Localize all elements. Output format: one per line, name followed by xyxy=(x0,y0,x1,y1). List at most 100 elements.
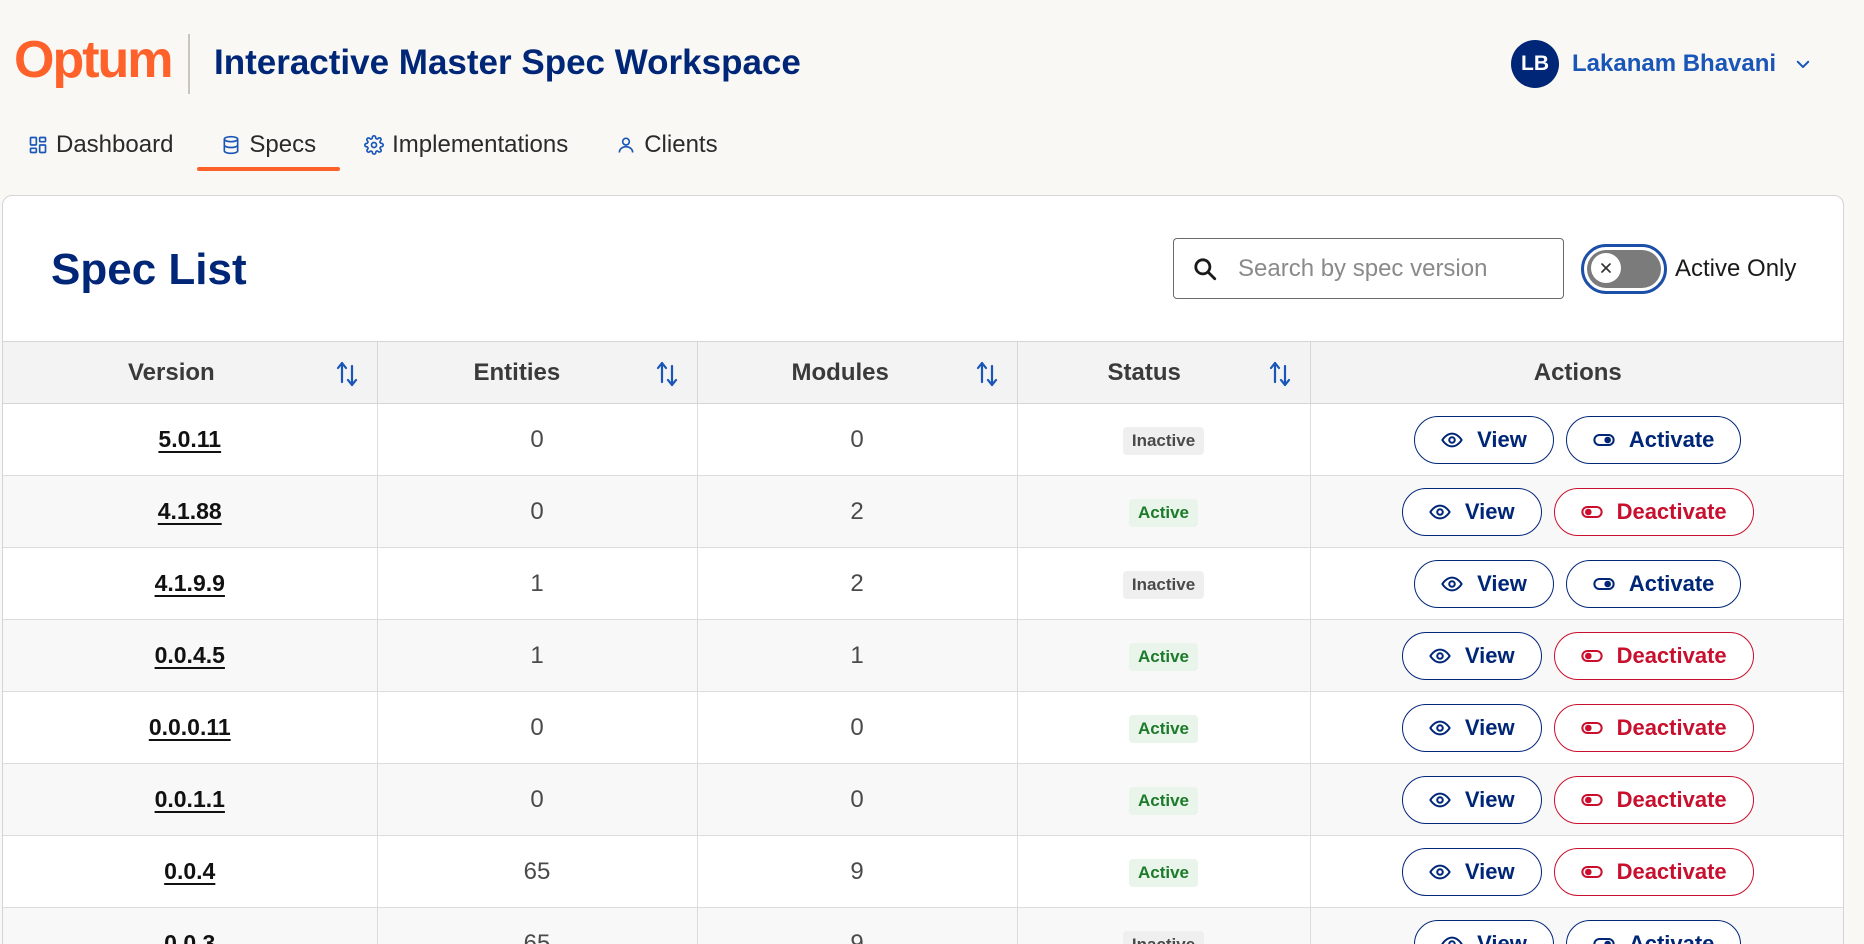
view-button-label: View xyxy=(1477,426,1527,452)
version-link[interactable]: 4.1.88 xyxy=(158,498,222,524)
sort-icon[interactable] xyxy=(335,360,359,388)
active-only-filter[interactable]: Active Only xyxy=(1581,244,1796,294)
column-header-modules[interactable]: Modules xyxy=(697,341,1018,404)
eye-icon xyxy=(1441,432,1463,447)
modules-cell: 0 xyxy=(697,691,1018,764)
toggle-status-button-label: Deactivate xyxy=(1616,498,1727,524)
status-cell: Active xyxy=(1017,619,1311,692)
version-link[interactable]: 4.1.9.9 xyxy=(155,570,225,596)
row-actions: View Deactivate xyxy=(1311,847,1844,896)
deactivate-button[interactable]: Deactivate xyxy=(1553,631,1754,680)
status-cell: Inactive xyxy=(1017,403,1311,476)
brand-logo[interactable]: Optum xyxy=(14,30,174,90)
table-header-row: Version Entities Modules Status Actions xyxy=(3,341,1843,404)
version-link[interactable]: 0.0.3 xyxy=(164,930,215,944)
chevron-down-icon[interactable] xyxy=(1794,55,1812,73)
modules-cell: 2 xyxy=(697,547,1018,620)
row-actions: View Activate xyxy=(1311,919,1844,944)
table-row: 5.0.11 0 0 Inactive View Activate xyxy=(3,403,1843,476)
toggle-switch-icon xyxy=(1580,721,1603,734)
view-button[interactable]: View xyxy=(1401,703,1542,752)
modules-cell: 0 xyxy=(697,403,1018,476)
eye-icon xyxy=(1429,648,1451,663)
version-cell: 5.0.11 xyxy=(3,403,378,476)
main-nav: Dashboard Specs Implementations Clients xyxy=(0,118,718,171)
toggle-status-button-label: Deactivate xyxy=(1616,714,1727,740)
column-header-entities[interactable]: Entities xyxy=(377,341,698,404)
user-icon xyxy=(618,137,634,153)
eye-icon xyxy=(1441,936,1463,944)
toggle-knob xyxy=(1591,253,1621,283)
version-link[interactable]: 0.0.0.11 xyxy=(149,714,231,740)
search-box[interactable] xyxy=(1173,238,1564,299)
view-button[interactable]: View xyxy=(1401,487,1542,536)
view-button[interactable]: View xyxy=(1414,919,1554,944)
toggle-switch-icon xyxy=(1580,793,1603,806)
version-cell: 4.1.9.9 xyxy=(3,547,378,620)
tab-clients-label: Clients xyxy=(644,130,718,158)
deactivate-button[interactable]: Deactivate xyxy=(1553,775,1754,824)
version-cell: 0.0.0.11 xyxy=(3,691,378,764)
entities-cell: 65 xyxy=(377,835,698,908)
active-only-toggle[interactable] xyxy=(1581,244,1667,294)
tab-dashboard[interactable]: Dashboard xyxy=(28,118,173,171)
sort-icon[interactable] xyxy=(975,360,999,388)
modules-cell: 1 xyxy=(697,619,1018,692)
status-cell: Active xyxy=(1017,691,1311,764)
tab-specs[interactable]: Specs xyxy=(197,118,340,171)
sort-icon[interactable] xyxy=(1268,360,1292,388)
view-button-label: View xyxy=(1477,930,1527,944)
version-link[interactable]: 0.0.4 xyxy=(164,858,215,884)
toggle-switch-icon xyxy=(1593,433,1615,446)
activate-button[interactable]: Activate xyxy=(1565,415,1742,464)
search-icon xyxy=(1194,257,1217,280)
view-button-label: View xyxy=(1464,786,1515,812)
table-row: 0.0.4 65 9 Active View Deactivate xyxy=(3,835,1844,908)
close-icon xyxy=(1601,263,1611,273)
version-link[interactable]: 0.0.1.1 xyxy=(155,786,225,812)
view-button[interactable]: View xyxy=(1401,775,1542,824)
eye-icon xyxy=(1429,792,1451,807)
tab-implementations-label: Implementations xyxy=(392,130,569,158)
eye-icon xyxy=(1429,864,1451,879)
toggle-status-button-label: Deactivate xyxy=(1616,786,1727,812)
toggle-switch-icon xyxy=(1593,577,1615,590)
view-button-label: View xyxy=(1464,714,1515,740)
app-title: Interactive Master Spec Workspace xyxy=(214,43,801,82)
version-link[interactable]: 0.0.4.5 xyxy=(155,642,225,668)
eye-icon xyxy=(1429,504,1451,519)
table-row: 0.0.4.5 1 1 Active View Deactivate xyxy=(3,619,1843,692)
avatar[interactable]: LB xyxy=(1511,40,1559,88)
deactivate-button[interactable]: Deactivate xyxy=(1553,847,1754,896)
database-icon xyxy=(223,135,239,154)
app-header: Optum Interactive Master Spec Workspace … xyxy=(0,0,1864,171)
status-badge: Active xyxy=(1128,714,1199,743)
deactivate-button[interactable]: Deactivate xyxy=(1553,487,1754,536)
view-button[interactable]: View xyxy=(1414,559,1554,608)
activate-button[interactable]: Activate xyxy=(1565,559,1742,608)
column-header-status[interactable]: Status xyxy=(1017,341,1311,404)
tab-clients[interactable]: Clients xyxy=(616,118,718,171)
table-row: 0.0.1.1 0 0 Active View Deactivate xyxy=(3,763,1843,836)
status-cell: Active xyxy=(1017,835,1311,908)
toggle-status-button-label: Activate xyxy=(1628,426,1715,452)
version-cell: 0.0.4.5 xyxy=(3,619,378,692)
activate-button[interactable]: Activate xyxy=(1565,919,1742,944)
view-button[interactable]: View xyxy=(1401,847,1542,896)
sort-icon[interactable] xyxy=(655,360,679,388)
modules-cell: 2 xyxy=(697,475,1018,548)
column-header-version[interactable]: Version xyxy=(3,341,378,404)
user-name[interactable]: Lakanam Bhavani xyxy=(1572,50,1776,78)
view-button[interactable]: View xyxy=(1401,631,1542,680)
entities-cell: 0 xyxy=(377,403,698,476)
modules-cell: 0 xyxy=(697,763,1018,836)
view-button-label: View xyxy=(1464,642,1515,668)
user-menu[interactable]: LB Lakanam Bhavani xyxy=(1511,40,1812,88)
view-button[interactable]: View xyxy=(1414,415,1554,464)
tab-implementations[interactable]: Implementations xyxy=(364,118,568,171)
version-link[interactable]: 5.0.11 xyxy=(158,426,221,452)
search-input[interactable] xyxy=(1238,254,1538,283)
version-cell: 0.0.1.1 xyxy=(3,763,378,836)
deactivate-button[interactable]: Deactivate xyxy=(1553,703,1754,752)
toggle-status-button-label: Deactivate xyxy=(1616,642,1727,668)
